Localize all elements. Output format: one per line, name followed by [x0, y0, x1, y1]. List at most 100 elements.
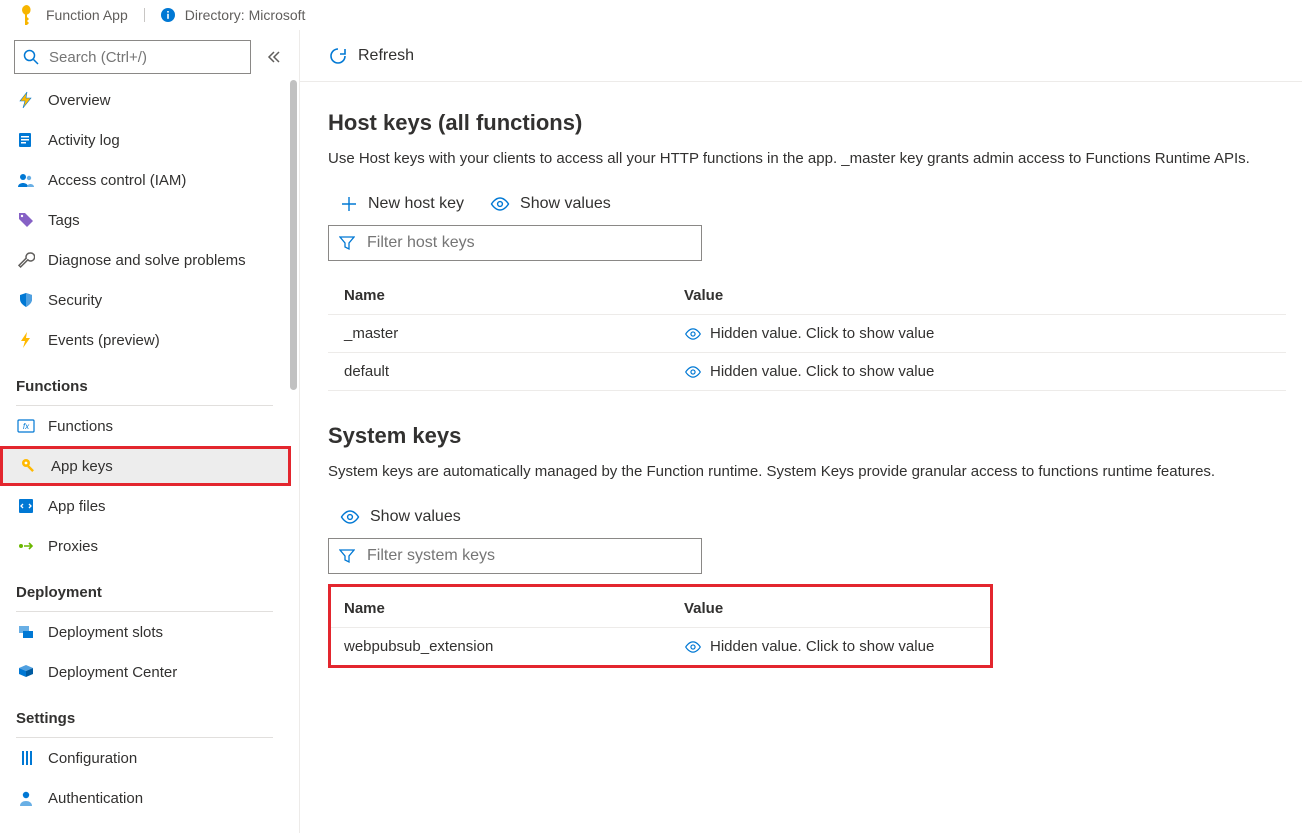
sidebar-search-input[interactable] [47, 48, 242, 67]
eye-icon [340, 510, 360, 524]
sidebar-item-app-keys[interactable]: App keys [0, 446, 291, 486]
refresh-label: Refresh [358, 47, 414, 65]
sidebar-item-app-files[interactable]: App files [0, 486, 289, 526]
refresh-button[interactable]: Refresh [328, 46, 414, 66]
sidebar-item-label: Overview [48, 92, 111, 109]
wrench-icon [16, 250, 36, 270]
directory-label: Directory: [185, 7, 245, 23]
scrollbar-thumb[interactable] [290, 80, 297, 390]
table-row[interactable]: _master Hidden value. Click to show valu… [328, 315, 1286, 353]
info-icon [161, 8, 175, 22]
sidebar-item-diagnose[interactable]: Diagnose and solve problems [0, 240, 289, 280]
table-row[interactable]: default Hidden value. Click to show valu… [328, 353, 1286, 391]
sidebar-item-deployment-slots[interactable]: Deployment slots [0, 612, 289, 652]
col-name-header: Name [328, 279, 668, 315]
content-area: Host keys (all functions) Use Host keys … [300, 82, 1302, 833]
sidebar-item-activity-log[interactable]: Activity log [0, 120, 289, 160]
svg-text:fx: fx [23, 422, 30, 431]
search-icon [23, 49, 39, 65]
cube-icon [16, 662, 36, 682]
key-name: default [328, 353, 668, 391]
sidebar-group-functions: Functions [0, 360, 289, 401]
sidebar-item-label: Authentication [48, 790, 143, 807]
sidebar-item-label: Events (preview) [48, 332, 160, 349]
table-row[interactable]: webpubsub_extension Hidden value. Click … [328, 628, 993, 666]
system-keys-title: System keys [328, 423, 1286, 449]
eye-icon[interactable] [684, 641, 702, 653]
filter-system-keys[interactable] [328, 538, 702, 574]
key-name: webpubsub_extension [328, 628, 668, 666]
host-keys-description: Use Host keys with your clients to acces… [328, 148, 1268, 169]
sidebar-item-label: App files [48, 498, 106, 515]
system-keys-description: System keys are automatically managed by… [328, 461, 1268, 482]
new-host-key-button[interactable]: New host key [340, 195, 464, 213]
resource-type-label: Function App [46, 7, 128, 23]
sidebar-item-label: Activity log [48, 132, 120, 149]
eye-icon [490, 197, 510, 211]
sidebar-item-label: Functions [48, 418, 113, 435]
slots-icon [16, 622, 36, 642]
sidebar-group-deployment: Deployment [0, 566, 289, 607]
sidebar-collapse-button[interactable] [261, 45, 285, 69]
sidebar-group-settings: Settings [0, 692, 289, 733]
sidebar-item-tags[interactable]: Tags [0, 200, 289, 240]
person-icon [16, 788, 36, 808]
lightning-icon [16, 90, 36, 110]
sidebar-item-label: Configuration [48, 750, 137, 767]
filter-host-keys-input[interactable] [365, 233, 691, 253]
show-values-label: Show values [520, 195, 611, 213]
hidden-value-text[interactable]: Hidden value. Click to show value [710, 638, 934, 655]
sidebar-item-label: Deployment Center [48, 664, 177, 681]
host-keys-title: Host keys (all functions) [328, 110, 1286, 136]
sliders-icon [16, 748, 36, 768]
people-icon [16, 170, 36, 190]
eye-icon[interactable] [684, 366, 702, 378]
show-system-values-button[interactable]: Show values [340, 508, 461, 526]
code-file-icon [16, 496, 36, 516]
host-keys-table: Name Value _master [328, 279, 1286, 391]
filter-system-keys-input[interactable] [365, 546, 691, 566]
log-icon [16, 130, 36, 150]
refresh-icon [328, 46, 348, 66]
filter-icon [339, 548, 355, 564]
sidebar-nav: Overview Activity log Access control (IA… [0, 80, 299, 833]
col-value-header: Value [668, 279, 1286, 315]
key-icon [19, 456, 39, 476]
sidebar-item-proxies[interactable]: Proxies [0, 526, 289, 566]
hidden-value-text[interactable]: Hidden value. Click to show value [710, 325, 934, 342]
sidebar-item-security[interactable]: Security [0, 280, 289, 320]
arrow-right-icon [16, 536, 36, 556]
sidebar-item-label: Tags [48, 212, 80, 229]
command-bar: Refresh [300, 30, 1302, 82]
sidebar-item-label: Diagnose and solve problems [48, 252, 246, 269]
sidebar-item-configuration[interactable]: Configuration [0, 738, 289, 778]
sidebar-item-access-control[interactable]: Access control (IAM) [0, 160, 289, 200]
plus-icon [340, 195, 358, 213]
sidebar-item-functions[interactable]: fx Functions [0, 406, 289, 446]
sidebar-search[interactable] [14, 40, 251, 74]
system-keys-table: Name Value webpubsub_extension [328, 592, 993, 666]
key-name: _master [328, 315, 668, 353]
main-panel: Refresh Host keys (all functions) Use Ho… [300, 30, 1302, 833]
key-icon [18, 3, 36, 27]
eye-icon[interactable] [684, 328, 702, 340]
sidebar-item-label: Deployment slots [48, 624, 163, 641]
new-host-key-label: New host key [368, 195, 464, 213]
col-value-header: Value [668, 592, 993, 628]
fx-icon: fx [16, 416, 36, 436]
show-values-button[interactable]: Show values [490, 195, 611, 213]
sidebar-item-authentication[interactable]: Authentication [0, 778, 289, 818]
sidebar: Overview Activity log Access control (IA… [0, 30, 300, 833]
filter-host-keys[interactable] [328, 225, 702, 261]
sidebar-item-events[interactable]: Events (preview) [0, 320, 289, 360]
sidebar-item-label: Access control (IAM) [48, 172, 186, 189]
shield-icon [16, 290, 36, 310]
filter-icon [339, 235, 355, 251]
sidebar-item-overview[interactable]: Overview [0, 80, 289, 120]
directory-value: Microsoft [249, 7, 306, 23]
sidebar-item-deployment-center[interactable]: Deployment Center [0, 652, 289, 692]
header-divider [144, 8, 145, 22]
col-name-header: Name [328, 592, 668, 628]
hidden-value-text[interactable]: Hidden value. Click to show value [710, 363, 934, 380]
bolt-icon [16, 330, 36, 350]
